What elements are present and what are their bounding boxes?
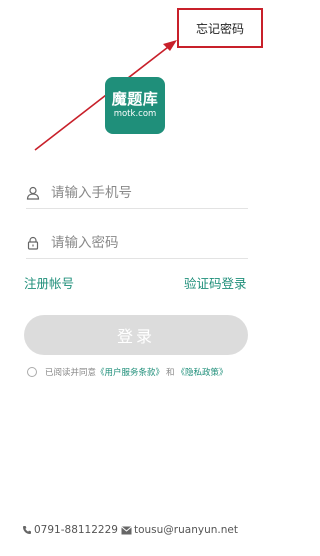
phone-field[interactable] <box>26 178 248 209</box>
forgot-password-highlight: 忘记密码 <box>177 8 263 48</box>
contact-footer: 0791-88112229 tousu@ruanyun.net <box>22 524 238 536</box>
phone-icon <box>22 525 32 535</box>
agreement-prefix: 已阅读并同意 <box>45 368 97 378</box>
phone-input[interactable] <box>51 185 231 201</box>
agreement-row: 已阅读并同意 《用户服务条款》 和 《隐私政策》 <box>27 365 228 379</box>
forgot-password-link[interactable]: 忘记密码 <box>196 20 244 37</box>
logo-title: 魔题库 <box>111 90 159 108</box>
login-button[interactable]: 登录 <box>24 315 248 355</box>
app-logo: 魔题库 motk.com <box>105 77 165 134</box>
agreement-and: 和 <box>166 368 175 378</box>
logo-domain: motk.com <box>113 109 157 119</box>
register-link[interactable]: 注册帐号 <box>24 273 74 292</box>
lock-icon <box>26 236 40 250</box>
code-login-link[interactable]: 验证码登录 <box>184 273 247 292</box>
password-input[interactable] <box>51 235 231 251</box>
password-field[interactable] <box>26 228 248 259</box>
terms-link[interactable]: 《用户服务条款》 <box>96 366 164 378</box>
contact-phone: 0791-88112229 <box>34 524 118 536</box>
mail-icon <box>121 525 132 535</box>
contact-email: tousu@ruanyun.net <box>133 524 238 536</box>
privacy-link[interactable]: 《隐私政策》 <box>177 366 228 378</box>
user-icon <box>26 186 40 200</box>
agree-checkbox[interactable] <box>27 367 37 377</box>
